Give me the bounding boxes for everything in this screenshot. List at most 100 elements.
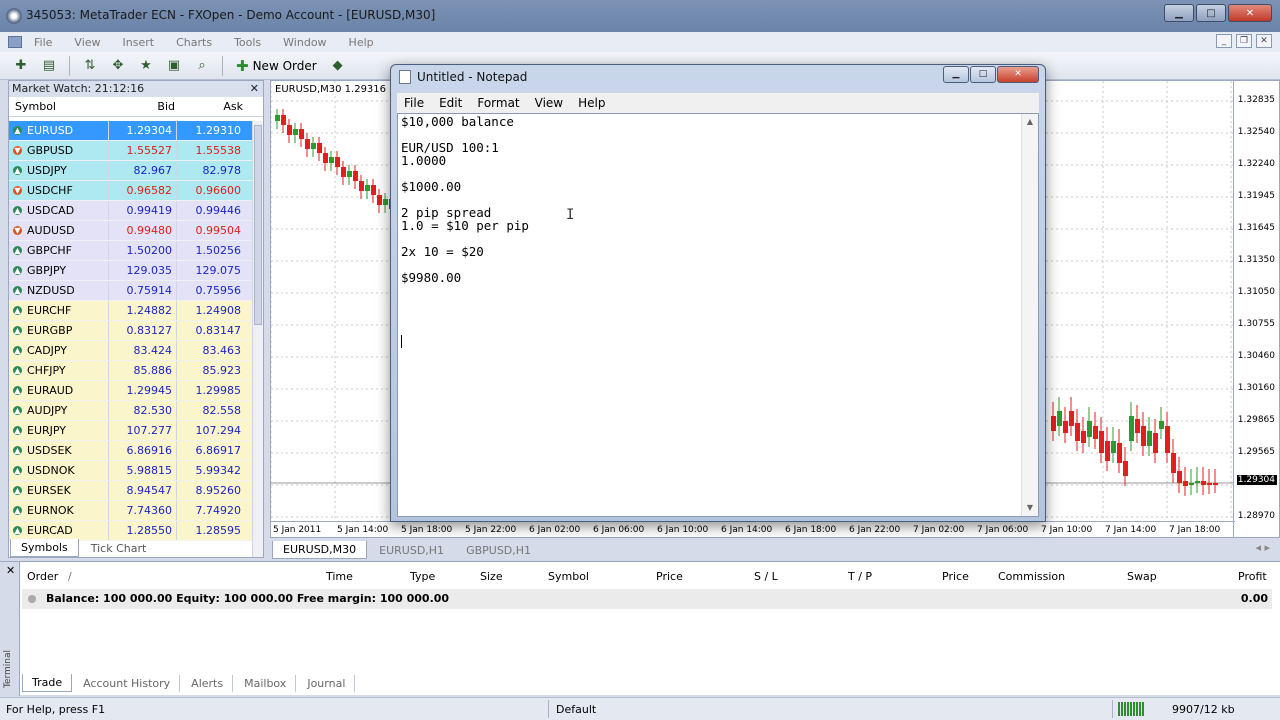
- column-bid[interactable]: Bid: [109, 100, 175, 113]
- tab-alerts[interactable]: Alerts: [182, 675, 234, 692]
- market-watch-row[interactable]: ▲ EURJPY 107.277 107.294: [9, 421, 253, 441]
- market-watch-row[interactable]: ▲ CADJPY 83.424 83.463: [9, 341, 253, 361]
- market-watch-row[interactable]: ▲ EURSEK 8.94547 8.95260: [9, 481, 253, 501]
- tab-mailbox[interactable]: Mailbox: [235, 675, 297, 692]
- notepad-close-button[interactable]: ✕: [997, 66, 1039, 83]
- tester-icon[interactable]: ⌕: [191, 55, 213, 77]
- scroll-thumb[interactable]: [254, 125, 262, 325]
- profile-name[interactable]: Default: [556, 703, 596, 716]
- column-time[interactable]: Time: [326, 570, 353, 583]
- balance-row[interactable]: Balance: 100 000.00 Equity: 100 000.00 F…: [22, 589, 1272, 609]
- notepad-maximize-button[interactable]: □: [970, 66, 996, 83]
- notepad-scrollbar[interactable]: ▲ ▼: [1021, 114, 1038, 516]
- notepad-menu-view[interactable]: View: [535, 96, 563, 110]
- close-button[interactable]: ✕: [1228, 4, 1272, 22]
- new-chart-icon[interactable]: ✚: [10, 55, 32, 77]
- symbol-cell: ▲ GBPCHF: [9, 241, 109, 260]
- notepad-menu-edit[interactable]: Edit: [439, 96, 462, 110]
- candle-body: [1051, 416, 1056, 431]
- menu-insert[interactable]: Insert: [123, 36, 155, 49]
- column-swap[interactable]: Swap: [1127, 570, 1157, 583]
- data-window-icon[interactable]: ✥: [107, 55, 129, 77]
- notepad-menu-help[interactable]: Help: [578, 96, 605, 110]
- close-icon[interactable]: ✕: [6, 564, 15, 577]
- market-watch-row[interactable]: ▲ CHFJPY 85.886 85.923: [9, 361, 253, 381]
- navigator-icon[interactable]: ★: [135, 55, 157, 77]
- profiles-icon[interactable]: ▤: [38, 55, 60, 77]
- market-watch-row[interactable]: ▲ USDNOK 5.98815 5.99342: [9, 461, 253, 481]
- column-type[interactable]: Type: [410, 570, 435, 583]
- market-watch-row[interactable]: ▲ GBPJPY 129.035 129.075: [9, 261, 253, 281]
- column-sl[interactable]: S / L: [754, 570, 778, 583]
- column-symbol[interactable]: Symbol: [548, 570, 589, 583]
- notepad-menu-format[interactable]: Format: [477, 96, 519, 110]
- column-commission[interactable]: Commission: [998, 570, 1065, 583]
- column-tp[interactable]: T / P: [848, 570, 872, 583]
- tab-eurusd-m30[interactable]: EURUSD,M30: [272, 541, 368, 559]
- price-up-icon: ▲: [13, 326, 22, 335]
- menu-tools[interactable]: Tools: [234, 36, 261, 49]
- tab-eurusd-h1[interactable]: EURUSD,H1: [369, 542, 454, 559]
- tab-account-history[interactable]: Account History: [74, 675, 181, 692]
- menu-view[interactable]: View: [74, 36, 100, 49]
- notepad-window[interactable]: Untitled - Notepad ▁ □ ✕ File Edit Forma…: [390, 64, 1046, 522]
- column-ask[interactable]: Ask: [175, 100, 243, 113]
- minimize-button[interactable]: ▁: [1164, 4, 1194, 22]
- mdi-close-button[interactable]: ✕: [1256, 34, 1272, 48]
- time-tick: 6 Jan 18:00: [785, 525, 837, 535]
- symbol-name: GBPJPY: [27, 264, 67, 277]
- column-price[interactable]: Price: [656, 570, 683, 583]
- mdi-minimize-button[interactable]: _: [1216, 34, 1232, 48]
- terminal-icon[interactable]: ▣: [163, 55, 185, 77]
- menu-window[interactable]: Window: [283, 36, 326, 49]
- market-watch-row[interactable]: ▲ USDSEK 6.86916 6.86917: [9, 441, 253, 461]
- notepad-minimize-button[interactable]: ▁: [943, 66, 969, 83]
- scroll-down-icon[interactable]: ▼: [1022, 500, 1038, 516]
- column-size[interactable]: Size: [480, 570, 503, 583]
- notepad-menu-file[interactable]: File: [404, 96, 424, 110]
- symbol-cell: ▲ GBPJPY: [9, 261, 109, 280]
- tab-trade[interactable]: Trade: [22, 674, 73, 692]
- market-watch-row[interactable]: ▲ NZDUSD 0.75914 0.75956: [9, 281, 253, 301]
- tab-scroll-arrows[interactable]: ◂ ▸: [1255, 541, 1270, 554]
- terminal-sidebar: ✕ Terminal: [0, 562, 20, 696]
- market-watch-row[interactable]: ▲ EURUSD 1.29304 1.29310: [9, 121, 253, 141]
- price-tick: 1.31945: [1237, 191, 1275, 201]
- tab-symbols[interactable]: Symbols: [10, 539, 79, 557]
- market-watch-row[interactable]: ▲ USDCAD 0.99419 0.99446: [9, 201, 253, 221]
- notepad-text-area[interactable]: $10,000 balance EUR/USD 100:1 1.0000 $10…: [397, 113, 1039, 517]
- market-watch-row[interactable]: ▲ EURNOK 7.74360 7.74920: [9, 501, 253, 521]
- market-watch-icon[interactable]: ⇅: [79, 55, 101, 77]
- market-watch-row[interactable]: ▲ AUDJPY 82.530 82.558: [9, 401, 253, 421]
- market-watch-row[interactable]: ▼ USDCHF 0.96582 0.96600: [9, 181, 253, 201]
- market-watch-row[interactable]: ▼ GBPUSD 1.55527 1.55538: [9, 141, 253, 161]
- new-order-button[interactable]: ✚ New Order: [232, 57, 321, 75]
- market-watch-row[interactable]: ▲ EURCHF 1.24882 1.24908: [9, 301, 253, 321]
- market-watch-row[interactable]: ▲ EURGBP 0.83127 0.83147: [9, 321, 253, 341]
- tab-gbpusd-h1[interactable]: GBPUSD,H1: [456, 542, 541, 559]
- column-profit[interactable]: Profit: [1238, 570, 1267, 583]
- expert-advisors-icon[interactable]: ◆: [327, 55, 349, 77]
- close-icon[interactable]: ✕: [250, 81, 259, 97]
- window-title: 345053: MetaTrader ECN - FXOpen - Demo A…: [26, 8, 436, 22]
- price-tick: 1.30460: [1237, 351, 1275, 361]
- market-watch-row[interactable]: ▲ USDJPY 82.967 82.978: [9, 161, 253, 181]
- column-symbol[interactable]: Symbol: [9, 100, 109, 113]
- menu-charts[interactable]: Charts: [176, 36, 212, 49]
- tab-journal[interactable]: Journal: [298, 675, 356, 692]
- market-watch-scrollbar[interactable]: [252, 121, 263, 557]
- menu-file[interactable]: File: [34, 36, 52, 49]
- market-watch-row[interactable]: ▲ GBPCHF 1.50200 1.50256: [9, 241, 253, 261]
- chart-window-icon[interactable]: [8, 36, 22, 48]
- maximize-button[interactable]: □: [1196, 4, 1226, 22]
- scroll-up-icon[interactable]: ▲: [1022, 114, 1038, 130]
- market-watch-row[interactable]: ▲ EURAUD 1.29945 1.29985: [9, 381, 253, 401]
- menu-help[interactable]: Help: [349, 36, 374, 49]
- mdi-restore-button[interactable]: ❐: [1236, 34, 1252, 48]
- notepad-content[interactable]: $10,000 balance EUR/USD 100:1 1.0000 $10…: [401, 115, 1021, 284]
- column-order[interactable]: Order: [27, 570, 58, 583]
- column-price-current[interactable]: Price: [942, 570, 969, 583]
- candle-body: [1069, 411, 1074, 426]
- market-watch-row[interactable]: ▼ AUDUSD 0.99480 0.99504: [9, 221, 253, 241]
- tab-tick-chart[interactable]: Tick Chart: [81, 540, 157, 557]
